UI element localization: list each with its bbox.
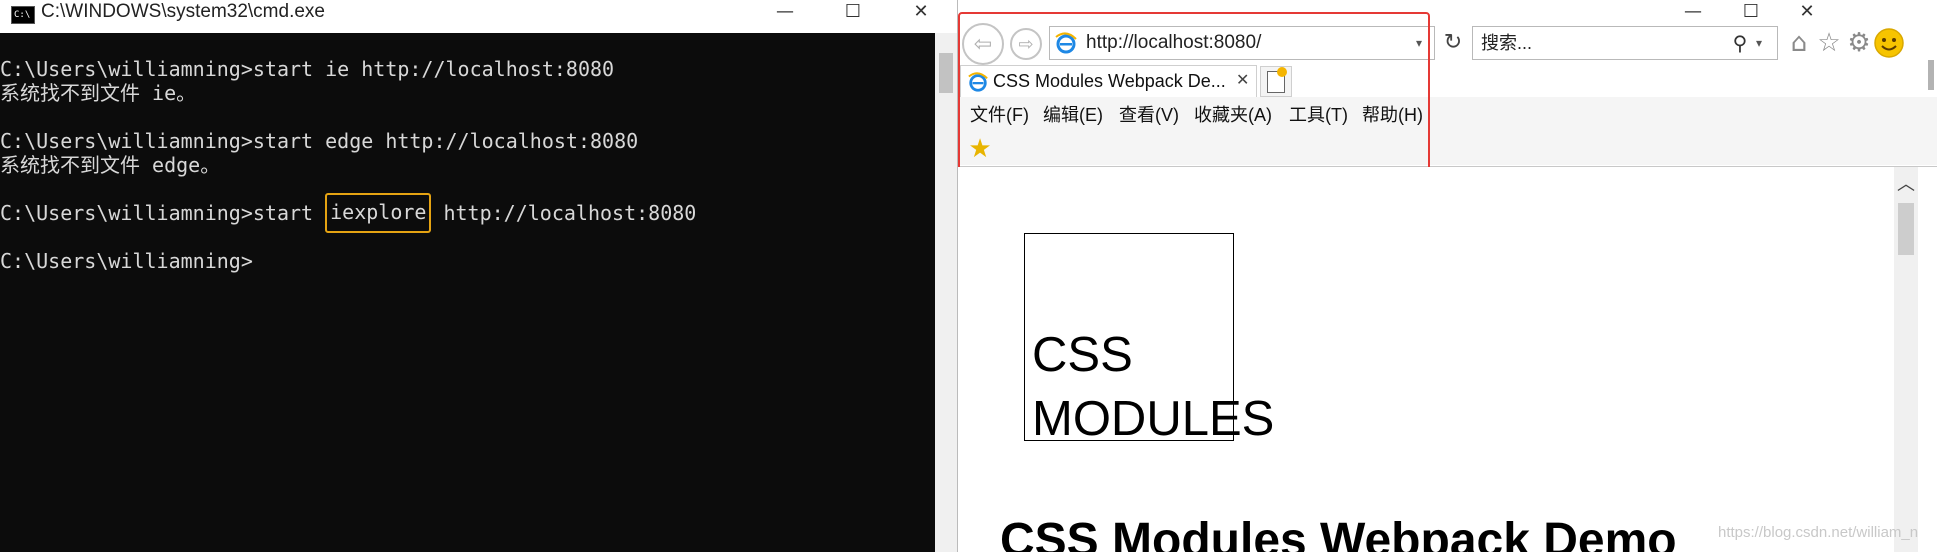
page-content[interactable]: CSS MODULES CSS Modules Webpack Demo bbox=[958, 167, 1894, 552]
watermark: https://blog.csdn.net/william_n bbox=[1718, 524, 1919, 541]
cmd-line-highlighted: C:\Users\williamning>start iexplore http… bbox=[0, 193, 930, 233]
maximize-button[interactable]: ☐ bbox=[1728, 0, 1774, 26]
close-button[interactable]: ✕ bbox=[898, 0, 944, 26]
ie-toolbar-area: — ☐ ✕ ⇦ ⇨ http://localhost:8080/ ▾ ↻ 搜索.… bbox=[958, 0, 1937, 176]
new-tab-button[interactable] bbox=[1260, 66, 1292, 97]
forward-button[interactable]: ⇨ bbox=[1010, 28, 1042, 60]
cmd-titlebar[interactable]: C:\ C:\WINDOWS\system32\cmd.exe — ☐ ✕ bbox=[0, 0, 935, 33]
search-placeholder[interactable]: 搜索... bbox=[1481, 27, 1532, 59]
cmd-window-title: C:\WINDOWS\system32\cmd.exe bbox=[41, 1, 325, 22]
cmd-scrollbar[interactable] bbox=[935, 33, 957, 552]
menu-view[interactable]: 查看(V) bbox=[1119, 97, 1179, 133]
cmd-scrollbar-thumb[interactable] bbox=[939, 53, 953, 93]
cmd-line-prefix: C:\Users\williamning>start bbox=[0, 201, 326, 225]
favorites-star-icon[interactable]: ☆ bbox=[1814, 28, 1844, 58]
iexplore-highlight: iexplore bbox=[325, 193, 432, 233]
css-modules-box-text: CSS MODULES bbox=[1032, 323, 1332, 451]
refresh-icon[interactable]: ↻ bbox=[1439, 28, 1467, 58]
smiley-feedback-icon[interactable] bbox=[1872, 26, 1906, 60]
menu-favorites[interactable]: 收藏夹(A) bbox=[1194, 97, 1272, 133]
address-url[interactable]: http://localhost:8080/ bbox=[1086, 27, 1261, 59]
add-to-favorites-bar-icon[interactable]: ★ bbox=[966, 135, 994, 163]
cmd-line: C:\Users\williamning>start ie http://loc… bbox=[0, 57, 615, 81]
back-button[interactable]: ⇦ bbox=[962, 23, 1004, 65]
page-heading: CSS Modules Webpack Demo bbox=[1000, 514, 1677, 552]
ie-logo-icon bbox=[968, 72, 988, 92]
new-tab-spark-icon bbox=[1277, 67, 1287, 77]
tab-label[interactable]: CSS Modules Webpack De... bbox=[993, 66, 1226, 96]
menu-help[interactable]: 帮助(H) bbox=[1362, 97, 1423, 133]
gear-icon[interactable]: ⚙ bbox=[1844, 28, 1874, 58]
cmd-line: 系统找不到文件 edge。 bbox=[0, 153, 221, 177]
chevron-down-icon[interactable]: ▾ bbox=[1416, 27, 1422, 59]
favorites-bar: ★ bbox=[958, 133, 1937, 165]
tab-close-icon[interactable]: ✕ bbox=[1236, 66, 1249, 96]
box-line: MODULES bbox=[1032, 392, 1275, 446]
menu-edit[interactable]: 编辑(E) bbox=[1043, 97, 1103, 133]
cmd-line: 系统找不到文件 ie。 bbox=[0, 81, 197, 105]
minimize-button[interactable]: — bbox=[762, 0, 808, 26]
search-input[interactable]: 搜索... ⚲ ▾ bbox=[1472, 26, 1778, 60]
tab-css-modules-demo[interactable]: CSS Modules Webpack De... ✕ bbox=[960, 65, 1257, 97]
menu-file[interactable]: 文件(F) bbox=[970, 97, 1029, 133]
page-scrollbar[interactable]: ︿ bbox=[1894, 167, 1918, 552]
cmd-window: C:\ C:\WINDOWS\system32\cmd.exe — ☐ ✕ C:… bbox=[0, 0, 935, 552]
maximize-button[interactable]: ☐ bbox=[830, 0, 876, 26]
chevron-down-icon[interactable]: ▾ bbox=[1756, 27, 1762, 59]
home-icon[interactable]: ⌂ bbox=[1784, 28, 1814, 58]
cmd-console-output[interactable]: C:\Users\williamning>start ie http://loc… bbox=[0, 33, 930, 552]
close-button[interactable]: ✕ bbox=[1784, 0, 1830, 26]
cmd-line-suffix: http://localhost:8080 bbox=[431, 201, 697, 225]
address-bar[interactable]: http://localhost:8080/ ▾ bbox=[1049, 26, 1435, 60]
cmd-app-icon: C:\ bbox=[11, 6, 35, 24]
box-line: CSS bbox=[1032, 328, 1133, 382]
scroll-up-icon[interactable]: ︿ bbox=[1894, 173, 1918, 197]
minimize-button[interactable]: — bbox=[1670, 0, 1716, 26]
cmd-line: C:\Users\williamning>start edge http://l… bbox=[0, 129, 639, 153]
page-scrollbar-thumb[interactable] bbox=[1898, 203, 1914, 255]
cmd-prompt[interactable]: C:\Users\williamning> bbox=[0, 249, 930, 273]
ie-window: — ☐ ✕ ⇦ ⇨ http://localhost:8080/ ▾ ↻ 搜索.… bbox=[957, 0, 1937, 552]
menu-tools[interactable]: 工具(T) bbox=[1289, 97, 1348, 133]
menu-bar: 文件(F) 编辑(E) 查看(V) 收藏夹(A) 工具(T) 帮助(H) bbox=[958, 97, 1937, 133]
window-edge bbox=[1918, 60, 1937, 96]
ie-logo-icon bbox=[1055, 32, 1077, 54]
search-icon[interactable]: ⚲ bbox=[1727, 29, 1753, 57]
